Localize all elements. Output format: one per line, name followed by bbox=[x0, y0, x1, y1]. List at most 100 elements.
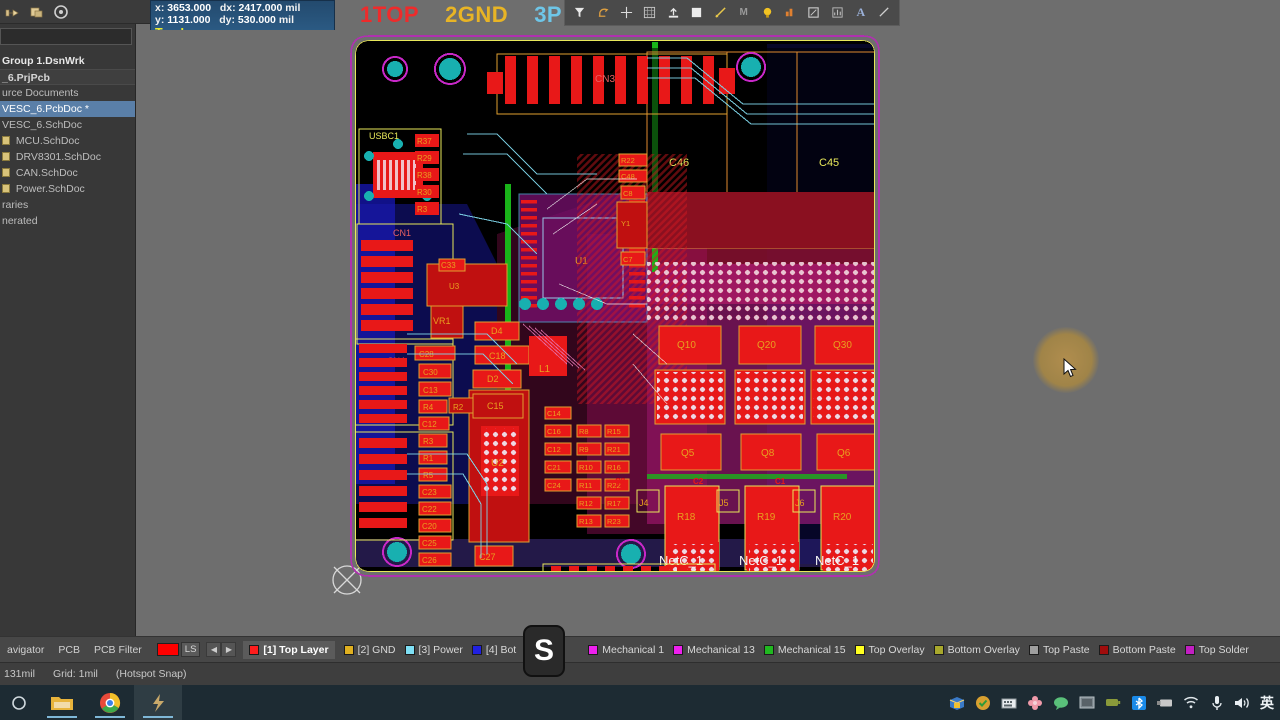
svg-text:R4: R4 bbox=[423, 403, 434, 412]
pcb-canvas[interactable]: C46 C45 CN3 USBC1 R37 R29 R38 R30 R3 U1 … bbox=[150, 30, 1280, 635]
usb-drive-icon[interactable] bbox=[1156, 694, 1173, 711]
measure-m-icon[interactable]: M bbox=[733, 3, 754, 23]
chrome-icon[interactable] bbox=[86, 685, 134, 720]
svg-text:Y1: Y1 bbox=[621, 219, 630, 228]
panel-search-input[interactable] bbox=[0, 28, 132, 45]
active-layer-color-swatch[interactable] bbox=[156, 643, 179, 656]
svg-text:D4: D4 bbox=[491, 326, 503, 336]
svg-text:J4: J4 bbox=[639, 498, 649, 508]
tree-item-schdoc-main[interactable]: VESC_6.SchDoc bbox=[0, 117, 135, 133]
bluetooth-icon[interactable] bbox=[1130, 694, 1147, 711]
ruler-pencil-icon[interactable] bbox=[710, 3, 731, 23]
package-icon[interactable] bbox=[948, 694, 965, 711]
tree-item-label: _6.PrjPcb bbox=[2, 72, 50, 84]
layer-tab-top-paste[interactable]: Top Paste bbox=[1028, 644, 1090, 656]
monitor-icon[interactable] bbox=[1078, 694, 1095, 711]
svg-text:C21: C21 bbox=[547, 463, 561, 472]
layer-next-arrow[interactable]: ▶ bbox=[221, 642, 237, 657]
grid-icon[interactable] bbox=[639, 3, 660, 23]
shield-check-icon[interactable] bbox=[974, 694, 991, 711]
layer-tab-bottom-overlay[interactable]: Bottom Overlay bbox=[933, 643, 1020, 656]
svg-text:R3: R3 bbox=[423, 437, 434, 446]
tree-item-project[interactable]: _6.PrjPcb bbox=[0, 69, 135, 85]
tree-item-pcbdoc[interactable]: VESC_6.PcbDoc * bbox=[0, 101, 135, 117]
layer-color-chip bbox=[763, 644, 774, 655]
3d-view-icon[interactable] bbox=[780, 3, 801, 23]
layer-sets-button[interactable]: LS bbox=[180, 642, 201, 657]
layer-tab-label: [2] GND bbox=[357, 643, 396, 656]
start-circle-icon[interactable] bbox=[0, 685, 38, 720]
panel-link-navigator[interactable]: avigator bbox=[0, 644, 51, 656]
filter-icon[interactable] bbox=[569, 3, 590, 23]
chat-icon[interactable] bbox=[1052, 694, 1069, 711]
hand-copy-icon[interactable] bbox=[28, 3, 46, 21]
layer-color-chip bbox=[343, 644, 354, 655]
pcb-board-artwork[interactable]: C46 C45 CN3 USBC1 R37 R29 R38 R30 R3 U1 … bbox=[347, 34, 887, 584]
layer-prev-arrow[interactable]: ◀ bbox=[206, 642, 222, 657]
tree-item-source-documents[interactable]: urce Documents bbox=[0, 85, 135, 101]
layer-tab-top-overlay[interactable]: Top Overlay bbox=[854, 643, 925, 656]
file-explorer-icon[interactable] bbox=[38, 685, 86, 720]
layer-tab-label: Top Overlay bbox=[868, 643, 925, 656]
tree-item-label: DRV8301.SchDoc bbox=[15, 151, 101, 163]
tree-item-libraries[interactable]: raries bbox=[0, 197, 135, 213]
layer-tab-mechanical-13[interactable]: Mechanical 13 bbox=[673, 644, 755, 656]
svg-text:C12: C12 bbox=[547, 445, 561, 454]
tree-item-label: MCU.SchDoc bbox=[15, 135, 80, 147]
image-box-icon[interactable] bbox=[803, 3, 824, 23]
layer-tab-top-solder[interactable]: Top Solder bbox=[1184, 643, 1249, 656]
volume-icon[interactable] bbox=[1234, 694, 1251, 711]
undo-arrow-icon[interactable] bbox=[592, 3, 613, 23]
layer-tab-mechanical-1[interactable]: Mechanical 1 bbox=[588, 644, 664, 656]
svg-text:USBC1: USBC1 bbox=[369, 131, 399, 141]
panel-link-pcb[interactable]: PCB bbox=[51, 644, 87, 656]
tree-item-generated[interactable]: nerated bbox=[0, 213, 135, 229]
svg-text:J6: J6 bbox=[795, 498, 805, 508]
tree-item-schdoc-can[interactable]: CAN.SchDoc bbox=[0, 165, 135, 181]
hud-x-label: x: bbox=[155, 2, 165, 14]
crosshair-icon[interactable] bbox=[616, 3, 637, 23]
svg-text:C20: C20 bbox=[422, 522, 437, 531]
ime-indicator[interactable]: 英 bbox=[1260, 693, 1274, 713]
banner-gnd: 2GND bbox=[445, 2, 509, 27]
svg-text:C12: C12 bbox=[422, 420, 437, 429]
layer-tab-bottom-paste[interactable]: Bottom Paste bbox=[1098, 644, 1176, 656]
svg-text:R13: R13 bbox=[579, 517, 593, 526]
hud-y-label: y: bbox=[155, 14, 165, 26]
keyboard-icon[interactable] bbox=[1000, 694, 1017, 711]
chart-icon[interactable] bbox=[827, 3, 848, 23]
keypress-overlay: S bbox=[523, 625, 565, 677]
flower-icon[interactable] bbox=[1026, 694, 1043, 711]
layer-tab-gnd[interactable]: [2] GND bbox=[343, 643, 396, 656]
layer-tab-power[interactable]: [3] Power bbox=[404, 644, 463, 656]
banner-top: 1TOP bbox=[360, 2, 420, 27]
wifi-icon[interactable] bbox=[1182, 694, 1199, 711]
tree-item-schdoc-power[interactable]: Power.SchDoc bbox=[0, 181, 135, 197]
layer-tab-label: Top Solder bbox=[1198, 643, 1249, 656]
svg-text:C48: C48 bbox=[621, 172, 635, 181]
svg-text:C13: C13 bbox=[423, 386, 438, 395]
layer-tab-mechanical-15[interactable]: Mechanical 15 bbox=[763, 644, 846, 656]
target-circle-icon[interactable] bbox=[52, 3, 70, 21]
layer-tab-bottom[interactable]: [4] Bot bbox=[471, 644, 516, 656]
hand-pointer-icon[interactable] bbox=[4, 3, 22, 21]
taskbar-underline bbox=[95, 716, 125, 718]
tree-item-workspace[interactable]: Group 1.DsnWrk bbox=[0, 53, 135, 69]
panel-link-pcb-filter[interactable]: PCB Filter bbox=[87, 644, 149, 656]
mic-icon[interactable] bbox=[1208, 694, 1225, 711]
tree-item-schdoc-mcu[interactable]: MCU.SchDoc bbox=[0, 133, 135, 149]
board-icon[interactable] bbox=[686, 3, 707, 23]
battery-tool-icon[interactable] bbox=[1104, 694, 1121, 711]
svg-text:C8: C8 bbox=[623, 189, 633, 198]
line-icon[interactable] bbox=[873, 3, 894, 23]
text-a-icon[interactable]: A bbox=[850, 3, 871, 23]
altium-icon[interactable] bbox=[134, 685, 182, 720]
layer-tab-label: Bottom Overlay bbox=[947, 643, 1020, 656]
layer-color-chip bbox=[588, 644, 599, 655]
lightbulb-icon[interactable] bbox=[756, 3, 777, 23]
svg-text:R9: R9 bbox=[579, 445, 589, 454]
layer-tab-top-layer[interactable]: [1] Top Layer bbox=[243, 640, 335, 659]
export-icon[interactable] bbox=[663, 3, 684, 23]
tree-item-schdoc-drv8301[interactable]: DRV8301.SchDoc bbox=[0, 149, 135, 165]
taskbar-underline bbox=[47, 716, 77, 718]
